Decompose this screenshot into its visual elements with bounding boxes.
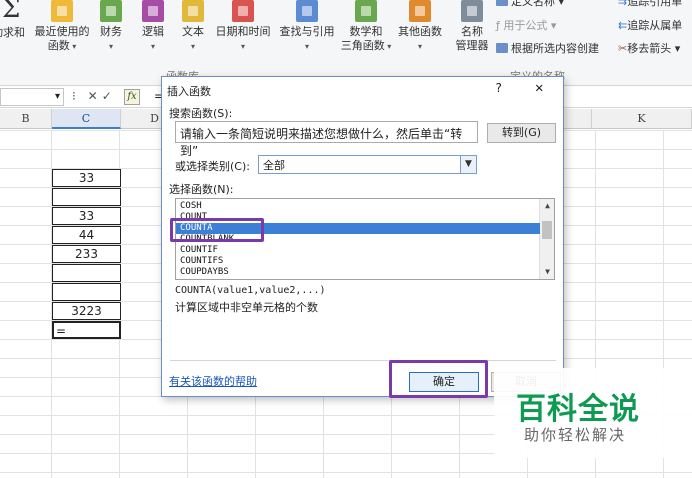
cell[interactable] bbox=[52, 283, 121, 301]
autosum-label: 动求和 bbox=[0, 26, 25, 39]
autosum-icon[interactable]: Σ bbox=[2, 0, 20, 24]
recent-functions-button[interactable]: 最近使用的 函数 ▾ bbox=[34, 0, 90, 54]
text-icon bbox=[182, 0, 204, 22]
function-item[interactable]: COUPDAYBS bbox=[176, 267, 540, 278]
dialog-title: 插入函数 bbox=[167, 85, 211, 98]
arrow-right-icon: ⇉ bbox=[618, 0, 628, 8]
function-help-link[interactable]: 有关该函数的帮助 bbox=[169, 373, 257, 389]
autosum-button[interactable]: 动求和 bbox=[0, 26, 25, 40]
more-functions-icon bbox=[409, 0, 431, 22]
cell[interactable]: 33 bbox=[52, 169, 121, 187]
calendar-icon bbox=[232, 0, 254, 22]
function-item[interactable]: COUNTIF bbox=[176, 245, 540, 256]
lookup-functions-button[interactable]: 查找与引用 ▾ bbox=[276, 0, 338, 54]
column-header-k[interactable]: K bbox=[592, 109, 692, 129]
function-list-scrollbar[interactable]: ▲ ▼ bbox=[539, 199, 554, 279]
goto-button[interactable]: 转到(G) bbox=[487, 123, 556, 143]
trace-precedents-button[interactable]: ⇉追踪引用单 bbox=[618, 0, 682, 9]
financial-functions-button[interactable]: 财务 ▾ bbox=[94, 0, 128, 54]
cell[interactable]: 3223 bbox=[52, 302, 121, 320]
cell[interactable]: 33 bbox=[52, 207, 121, 225]
active-cell[interactable]: = bbox=[52, 321, 121, 339]
remove-arrows-button[interactable]: ✂移去箭头 ▾ bbox=[618, 42, 680, 56]
dialog-separator bbox=[170, 360, 556, 361]
lookup-icon bbox=[296, 0, 318, 22]
eraser-icon: ✂ bbox=[618, 42, 628, 55]
logical-functions-button[interactable]: 逻辑 ▾ bbox=[136, 0, 170, 54]
close-icon[interactable]: ✕ bbox=[535, 80, 543, 96]
cell[interactable] bbox=[52, 188, 121, 206]
logical-icon bbox=[142, 0, 164, 22]
recent-functions-icon bbox=[51, 0, 73, 22]
category-value: 全部 bbox=[263, 159, 285, 172]
search-input[interactable]: 请输入一条简短说明来描述您想做什么，然后单击“转到” bbox=[175, 121, 478, 158]
category-select[interactable]: 全部 ▼ bbox=[258, 155, 477, 174]
cell[interactable]: 233 bbox=[52, 245, 121, 263]
scroll-up-icon[interactable]: ▲ bbox=[540, 199, 554, 213]
text-functions-button[interactable]: 文本 ▾ bbox=[176, 0, 210, 54]
cell[interactable]: 44 bbox=[52, 226, 121, 244]
column-header-c[interactable]: C bbox=[52, 109, 121, 129]
cancel-formula-icon[interactable]: ✕ bbox=[88, 89, 102, 103]
enter-formula-icon[interactable]: ✓ bbox=[102, 89, 116, 103]
math-functions-button[interactable]: 数学和 三角函数 ▾ bbox=[336, 0, 396, 54]
column-header-b[interactable]: B bbox=[0, 109, 52, 129]
create-from-selection-button[interactable]: 根据所选内容创建 bbox=[496, 42, 599, 56]
arrow-left-icon: ⇇ bbox=[618, 19, 628, 32]
trace-dependents-button[interactable]: ⇇追踪从属单 bbox=[618, 19, 682, 33]
highlight-counta bbox=[170, 218, 264, 242]
use-in-formula-button[interactable]: ƒ 用于公式 ▾ bbox=[496, 19, 556, 33]
chevron-down-icon[interactable]: ▼ bbox=[460, 156, 476, 173]
grid-icon bbox=[496, 43, 508, 53]
formula-bar-icons: ⁝ ✕✓ bbox=[72, 89, 116, 103]
highlight-ok-button bbox=[389, 360, 488, 398]
watermark-subtitle: 助你轻松解决 bbox=[524, 426, 627, 444]
category-label: 或选择类别(C): bbox=[175, 160, 250, 173]
function-item[interactable]: COSH bbox=[176, 201, 540, 212]
cell[interactable] bbox=[52, 264, 121, 282]
function-item[interactable]: COUNTIFS bbox=[176, 256, 540, 267]
date-time-functions-button[interactable]: 日期和时间 ▾ bbox=[212, 0, 274, 54]
name-manager-icon bbox=[461, 0, 483, 22]
theta-icon bbox=[355, 0, 377, 22]
insert-function-button[interactable]: fx bbox=[124, 89, 140, 105]
watermark-title: 百科全说 bbox=[516, 392, 640, 427]
function-syntax: COUNTA(value1,value2,...) bbox=[175, 285, 326, 296]
search-label: 搜索函数(S): bbox=[169, 107, 233, 120]
tag-icon bbox=[496, 0, 508, 6]
name-manager-button[interactable]: 名称 管理器 bbox=[452, 0, 492, 53]
help-icon[interactable]: ? bbox=[495, 81, 502, 95]
ribbon: Σ 动求和 最近使用的 函数 ▾ 财务▾ 逻辑▾ 文本▾ 日期和时间▾ 查找与引… bbox=[0, 0, 692, 86]
financial-icon bbox=[100, 0, 122, 22]
scroll-thumb[interactable] bbox=[542, 221, 552, 239]
scroll-down-icon[interactable]: ▼ bbox=[540, 265, 554, 279]
function-description: 计算区域中非空单元格的个数 bbox=[175, 301, 318, 314]
more-functions-button[interactable]: 其他函数 ▾ bbox=[394, 0, 446, 54]
define-name-button[interactable]: 定义名称 ▾ bbox=[496, 0, 564, 9]
name-box[interactable]: ▾ bbox=[0, 88, 64, 106]
function-list-label: 选择函数(N): bbox=[169, 183, 234, 196]
more-icon: ⁝ bbox=[72, 89, 80, 103]
fx-small-icon: ƒ bbox=[496, 19, 500, 32]
